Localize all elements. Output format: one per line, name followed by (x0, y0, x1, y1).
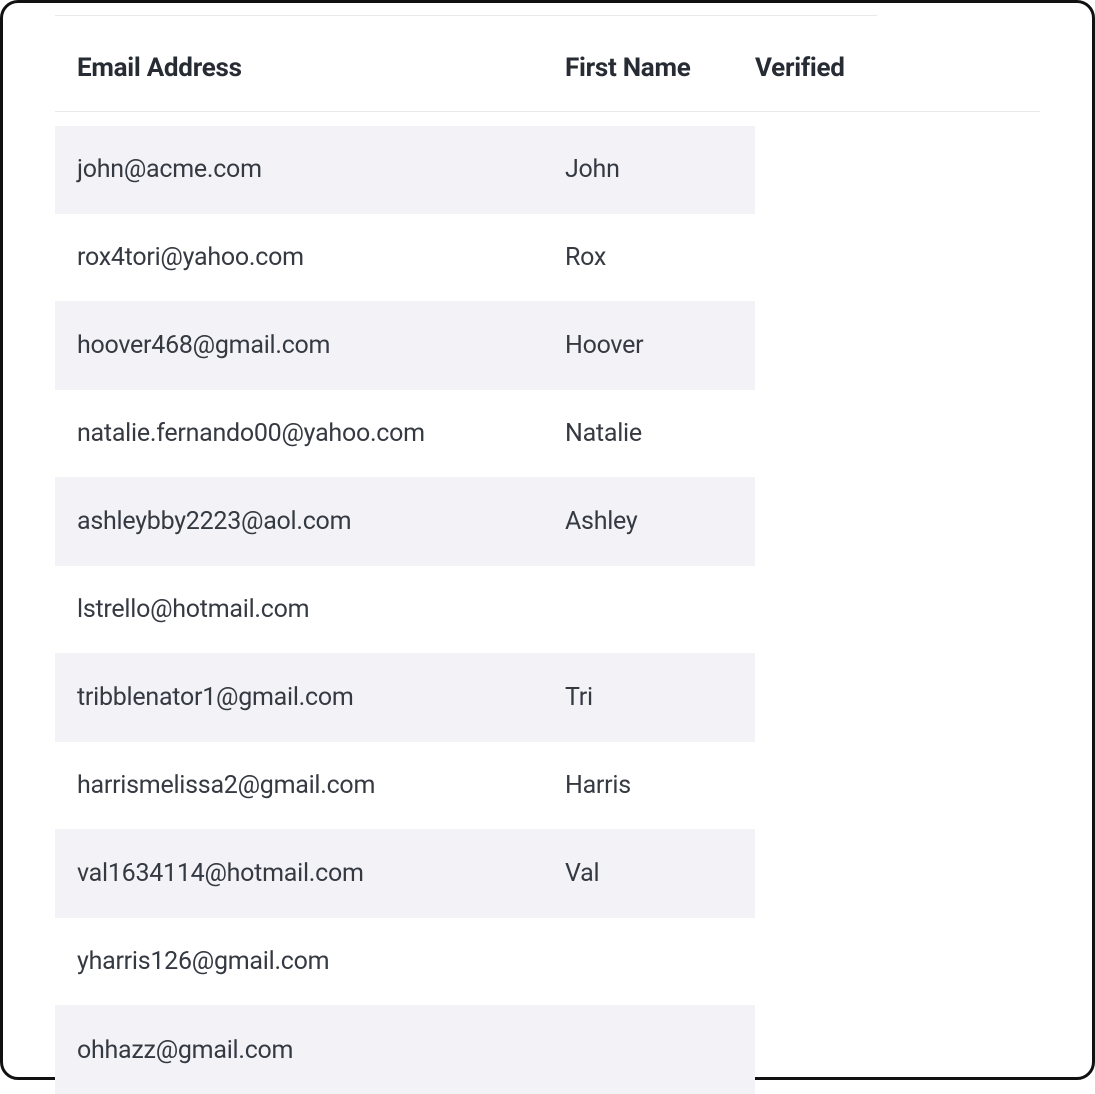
table-body: john@acme.com John rox4tori@yahoo.com Ro… (55, 126, 1040, 1094)
cell-email: natalie.fernando00@yahoo.com (55, 419, 565, 448)
header-email[interactable]: Email Address (55, 53, 565, 83)
email-table: Email Address First Name Verified john@a… (55, 19, 1040, 1094)
cell-email: john@acme.com (55, 155, 565, 184)
top-divider (55, 15, 877, 16)
cell-first-name: Hoover (565, 331, 725, 360)
cell-first-name: Harris (565, 771, 725, 800)
cell-first-name: Tri (565, 683, 725, 712)
table-row[interactable]: lstrello@hotmail.com (55, 566, 755, 654)
cell-email: ashleybby2223@aol.com (55, 507, 565, 536)
cell-first-name: Natalie (565, 419, 725, 448)
table-row[interactable]: yharris126@gmail.com (55, 918, 755, 1006)
cell-first-name: Val (565, 859, 725, 888)
table-row[interactable]: harrismelissa2@gmail.com Harris (55, 742, 755, 830)
cell-email: ohhazz@gmail.com (55, 1036, 565, 1065)
cell-email: lstrello@hotmail.com (55, 595, 565, 624)
cell-first-name: Rox (565, 243, 725, 272)
cell-first-name: Ashley (565, 507, 725, 536)
table-row[interactable]: rox4tori@yahoo.com Rox (55, 214, 755, 302)
cell-first-name: John (565, 155, 725, 184)
header-first-name[interactable]: First Name (565, 53, 725, 83)
table-row[interactable]: val1634114@hotmail.com Val (55, 830, 755, 918)
header-verified[interactable]: Verified (725, 53, 845, 83)
table-row[interactable]: ashleybby2223@aol.com Ashley (55, 478, 755, 566)
cell-email: tribblenator1@gmail.com (55, 683, 565, 712)
table-row[interactable]: natalie.fernando00@yahoo.com Natalie (55, 390, 755, 478)
cell-email: harrismelissa2@gmail.com (55, 771, 565, 800)
cell-email: hoover468@gmail.com (55, 331, 565, 360)
cell-email: rox4tori@yahoo.com (55, 243, 565, 272)
table-row[interactable]: hoover468@gmail.com Hoover (55, 302, 755, 390)
table-row[interactable]: tribblenator1@gmail.com Tri (55, 654, 755, 742)
table-header-row: Email Address First Name Verified (55, 19, 1040, 112)
cell-email: yharris126@gmail.com (55, 947, 565, 976)
cell-email: val1634114@hotmail.com (55, 859, 565, 888)
table-row[interactable]: ohhazz@gmail.com (55, 1006, 755, 1094)
table-row[interactable]: john@acme.com John (55, 126, 755, 214)
